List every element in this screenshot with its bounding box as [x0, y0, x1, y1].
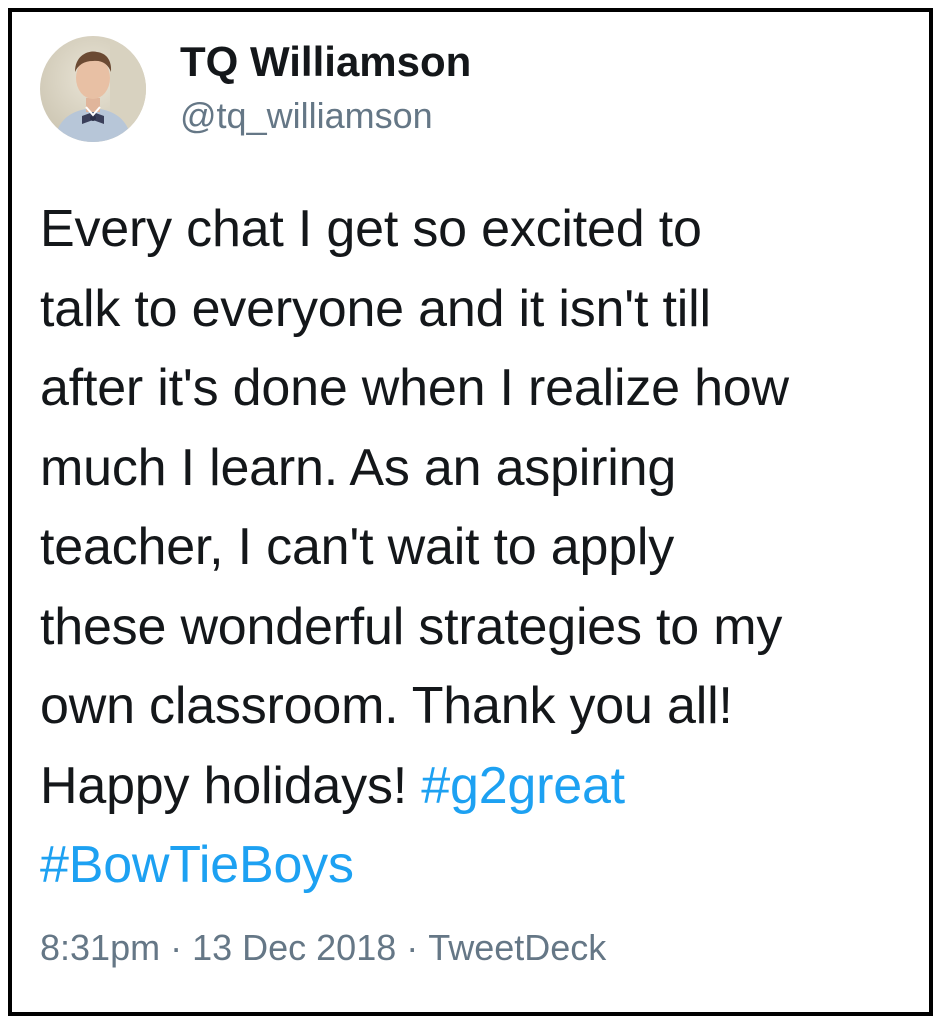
tweet-time[interactable]: 8:31pm	[40, 927, 160, 968]
tweet-card: TQ Williamson @tq_williamson Every chat …	[8, 8, 933, 1016]
tweet-line: Every chat I get so excited to	[40, 200, 702, 258]
tweet-text: Every chat I get so excited to talk to e…	[40, 190, 910, 906]
tweet-header: TQ Williamson @tq_williamson	[40, 34, 471, 144]
meta-separator: ·	[170, 927, 183, 968]
meta-separator: ·	[406, 927, 419, 968]
avatar[interactable]	[40, 36, 146, 142]
tweet-line: after it's done when I realize how	[40, 359, 789, 417]
user-names: TQ Williamson @tq_williamson	[180, 36, 471, 142]
tweet-line: talk to everyone and it isn't till	[40, 279, 711, 338]
tweet-date[interactable]: 13 Dec 2018	[192, 927, 396, 968]
tweet-line-with-hashtag: Happy holidays! #g2great	[40, 747, 910, 827]
tweet-line: own classroom. Thank you all!	[40, 677, 733, 735]
tweet-line: much I learn. As an aspiring	[40, 438, 677, 497]
tweet-line: Happy holidays!	[40, 756, 422, 815]
profile-photo	[40, 36, 146, 142]
hashtag-link-bowtieboys[interactable]: #BowTieBoys	[40, 836, 354, 894]
tweet-source[interactable]: TweetDeck	[428, 927, 606, 968]
tweet-line: teacher, I can't wait to apply	[40, 518, 675, 576]
tweet-line-hashtag: #BowTieBoys	[40, 826, 910, 906]
hashtag-link-g2great[interactable]: #g2great	[421, 757, 625, 815]
user-handle[interactable]: @tq_williamson	[180, 90, 471, 142]
tweet-line: these wonderful strategies to my	[40, 597, 783, 656]
display-name[interactable]: TQ Williamson	[180, 36, 471, 88]
tweet-meta: 8:31pm · 13 Dec 2018 · TweetDeck	[40, 924, 606, 972]
